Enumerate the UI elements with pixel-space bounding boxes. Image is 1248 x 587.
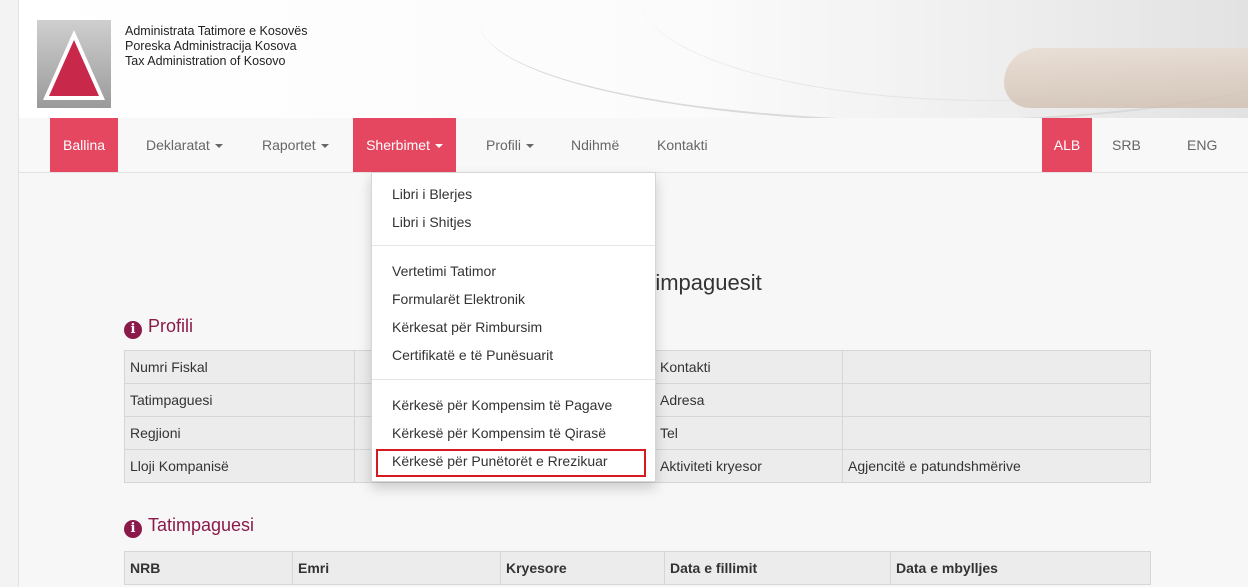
- nav-home[interactable]: Ballina: [50, 118, 118, 172]
- info-icon: i: [124, 321, 142, 339]
- menu-item-endangered-workers[interactable]: Kërkesë për Punëtorët e Rrezikuar: [392, 453, 608, 469]
- profile-label: Aktiviteti kryesor: [654, 449, 843, 483]
- caret-down-icon: [526, 144, 535, 149]
- banner-photo: [1004, 48, 1248, 108]
- profile-section-title: i Profili: [124, 316, 193, 339]
- nav-help[interactable]: Ndihmë: [571, 118, 619, 172]
- taxpayer-section-title: i Tatimpaguesi: [124, 515, 254, 538]
- profile-label: Tel: [654, 416, 843, 450]
- taxpayer-section-label: Tatimpaguesi: [148, 515, 255, 535]
- column-header: Emri: [292, 551, 501, 585]
- menu-divider: [372, 245, 655, 246]
- profile-label: Lloji Kompanisë: [124, 449, 355, 483]
- nav-reports-label: Raportet: [262, 137, 316, 153]
- info-icon: i: [124, 520, 142, 538]
- lang-alb-label: ALB: [1053, 137, 1081, 153]
- logo-triangle-icon: [43, 30, 105, 100]
- menu-item-electronic-forms[interactable]: Formularët Elektronik: [392, 291, 525, 307]
- org-name-english: Tax Administration of Kosovo: [125, 54, 286, 68]
- column-header: NRB: [124, 551, 293, 585]
- lang-srb-label: SRB: [1112, 137, 1141, 153]
- menu-divider: [372, 379, 655, 380]
- profile-section-label: Profili: [148, 316, 194, 336]
- org-name-serbian: Poreska Administracija Kosova: [125, 39, 297, 53]
- page: Administrata Tatimore e Kosovës Poreska …: [18, 0, 1248, 587]
- column-header: Data e fillimit: [664, 551, 891, 585]
- table-header-row: NRB Emri Kryesore Data e fillimit Data e…: [124, 551, 1151, 585]
- caret-down-icon: [214, 144, 223, 149]
- profile-label: Tatimpaguesi: [124, 383, 355, 417]
- menu-item-refund-requests[interactable]: Kërkesat për Rimbursim: [392, 319, 542, 335]
- main-navbar: Ballina Deklaratat Raportet Sherbimet Pr…: [19, 118, 1248, 173]
- nav-profile-label: Profili: [486, 137, 522, 153]
- menu-item-sales-book[interactable]: Libri i Shitjes: [392, 214, 471, 230]
- nav-help-label: Ndihmë: [571, 137, 620, 153]
- menu-item-tax-certificate[interactable]: Vertetimi Tatimor: [392, 263, 496, 279]
- lang-eng-label: ENG: [1187, 137, 1218, 153]
- profile-label: Adresa: [654, 383, 843, 417]
- nav-services[interactable]: Sherbimet: [353, 118, 456, 172]
- organization-name: Administrata Tatimore e Kosovës Poreska …: [125, 24, 308, 69]
- nav-services-label: Sherbimet: [366, 137, 430, 153]
- nav-reports[interactable]: Raportet: [262, 118, 329, 172]
- header-banner: Administrata Tatimore e Kosovës Poreska …: [19, 0, 1248, 118]
- nav-home-label: Ballina: [62, 137, 106, 153]
- nav-contact-label: Kontakti: [657, 137, 708, 153]
- nav-declarations-label: Deklaratat: [146, 137, 210, 153]
- profile-value: [842, 350, 1151, 384]
- menu-item-purchase-book[interactable]: Libri i Blerjes: [392, 186, 472, 202]
- caret-down-icon: [320, 144, 329, 149]
- nav-declarations[interactable]: Deklaratat: [146, 118, 223, 172]
- profile-value: [842, 383, 1151, 417]
- profile-label: Numri Fiskal: [124, 350, 355, 384]
- menu-item-employee-certificate[interactable]: Certifikatë e të Punësuarit: [392, 347, 553, 363]
- lang-eng[interactable]: ENG: [1187, 118, 1217, 172]
- services-dropdown-menu: Libri i Blerjes Libri i Shitjes Vertetim…: [371, 172, 656, 482]
- profile-value: Agjencitë e patundshmërive: [842, 449, 1151, 483]
- nav-profile[interactable]: Profili: [486, 118, 535, 172]
- profile-label: Kontakti: [654, 350, 843, 384]
- column-header: Data e mbylljes: [890, 551, 1151, 585]
- caret-down-icon: [434, 144, 443, 149]
- menu-item-wage-compensation[interactable]: Kërkesë për Kompensim të Pagave: [392, 397, 612, 413]
- org-name-albanian: Administrata Tatimore e Kosovës: [125, 24, 308, 38]
- lang-srb[interactable]: SRB: [1112, 118, 1141, 172]
- column-header: Kryesore: [500, 551, 665, 585]
- profile-label: Regjioni: [124, 416, 355, 450]
- profile-value: [842, 416, 1151, 450]
- nav-contact[interactable]: Kontakti: [657, 118, 708, 172]
- taxpayer-table: NRB Emri Kryesore Data e fillimit Data e…: [124, 551, 1151, 585]
- logo[interactable]: [37, 20, 111, 108]
- menu-item-rent-compensation[interactable]: Kërkesë për Kompensim të Qirasë: [392, 425, 606, 441]
- lang-alb[interactable]: ALB: [1042, 118, 1092, 172]
